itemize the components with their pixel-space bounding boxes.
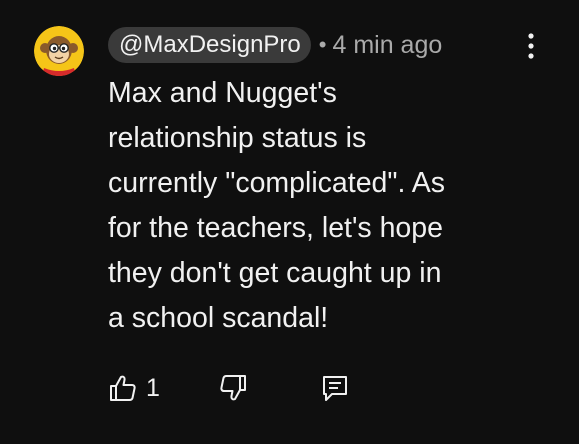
thumbs-up-icon: [110, 375, 136, 401]
like-count: 1: [146, 373, 160, 402]
comment-header: @MaxDesignPro • 4 min ago: [108, 27, 442, 63]
thumbs-down-icon: [220, 375, 246, 401]
dislike-button[interactable]: [218, 368, 248, 408]
comment-text-line: relationship status is: [108, 122, 367, 154]
reply-icon: [323, 376, 347, 401]
author-handle[interactable]: @MaxDesignPro: [108, 27, 311, 63]
more-vertical-icon: [528, 33, 534, 59]
more-options-button[interactable]: [516, 28, 546, 64]
comment-text-line: for the teachers, let's hope: [108, 212, 443, 244]
comment-text-line: Max and Nugget's: [108, 77, 337, 109]
avatar[interactable]: [34, 26, 84, 76]
separator-dot: •: [318, 32, 327, 57]
like-button[interactable]: 1: [108, 368, 160, 408]
comment-card: @MaxDesignPro • 4 min ago Max and Nugget…: [0, 0, 579, 444]
reply-button[interactable]: [320, 368, 350, 408]
comment-text-line: they don't get caught up in: [108, 257, 442, 289]
monkey-avatar-icon: [34, 26, 84, 76]
comment-timestamp[interactable]: 4 min ago: [332, 31, 442, 60]
comment-text-line: currently "complicated". As: [108, 167, 446, 199]
comment-text: Max and Nugget's relationship status is …: [108, 71, 528, 341]
comment-text-line: a school scandal!: [108, 302, 329, 334]
